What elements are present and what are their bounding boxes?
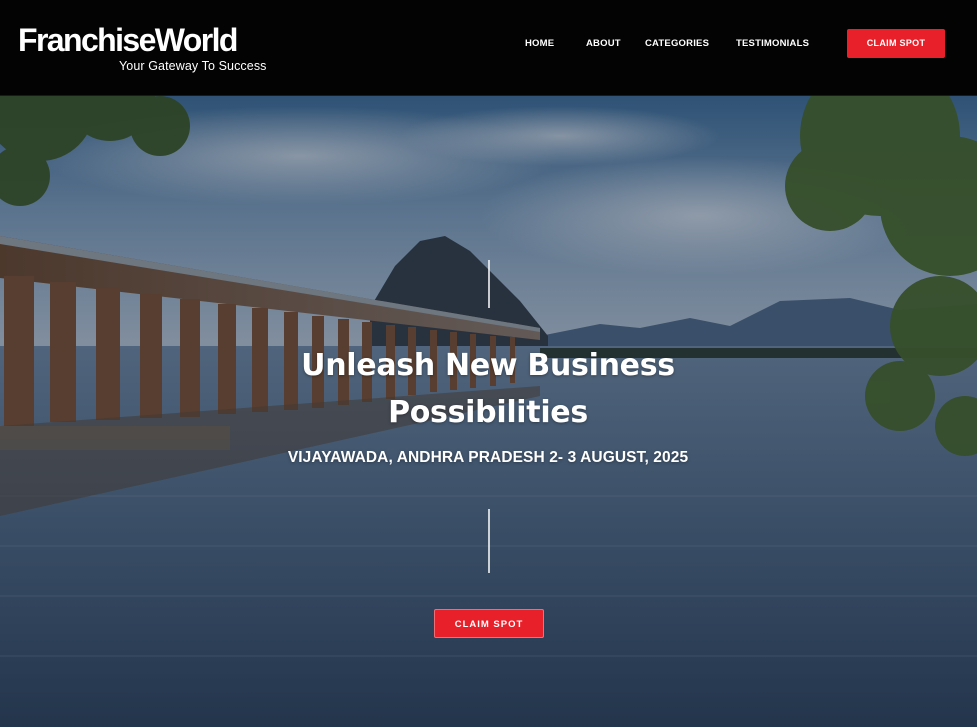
- nav-item-categories[interactable]: CATEGORIES: [645, 38, 709, 49]
- nav-item-home[interactable]: HOME: [525, 38, 554, 49]
- brand-tagline: Your Gateway To Success: [119, 59, 267, 73]
- bottom-divider-line: [488, 509, 490, 573]
- brand-logo[interactable]: FranchiseWorld Your Gateway To Success: [18, 22, 278, 78]
- hero-section: Unleash New Business Possibilities VIJAY…: [0, 96, 977, 727]
- hero-event-details: VIJAYAWADA, ANDHRA PRADESH 2- 3 AUGUST, …: [287, 449, 689, 466]
- brand-name: FranchiseWorld: [18, 22, 238, 58]
- nav-item-testimonials[interactable]: TESTIMONIALS: [736, 38, 809, 49]
- hero-title: Unleash New Business Possibilities: [301, 348, 675, 430]
- hero-claim-spot-button[interactable]: CLAIM SPOT: [434, 609, 544, 638]
- site-header: FranchiseWorld Your Gateway To Success H…: [0, 0, 977, 96]
- header-claim-spot-button[interactable]: CLAIM SPOT: [847, 29, 945, 58]
- top-divider-line: [488, 260, 490, 308]
- nav-item-about[interactable]: ABOUT: [586, 38, 621, 49]
